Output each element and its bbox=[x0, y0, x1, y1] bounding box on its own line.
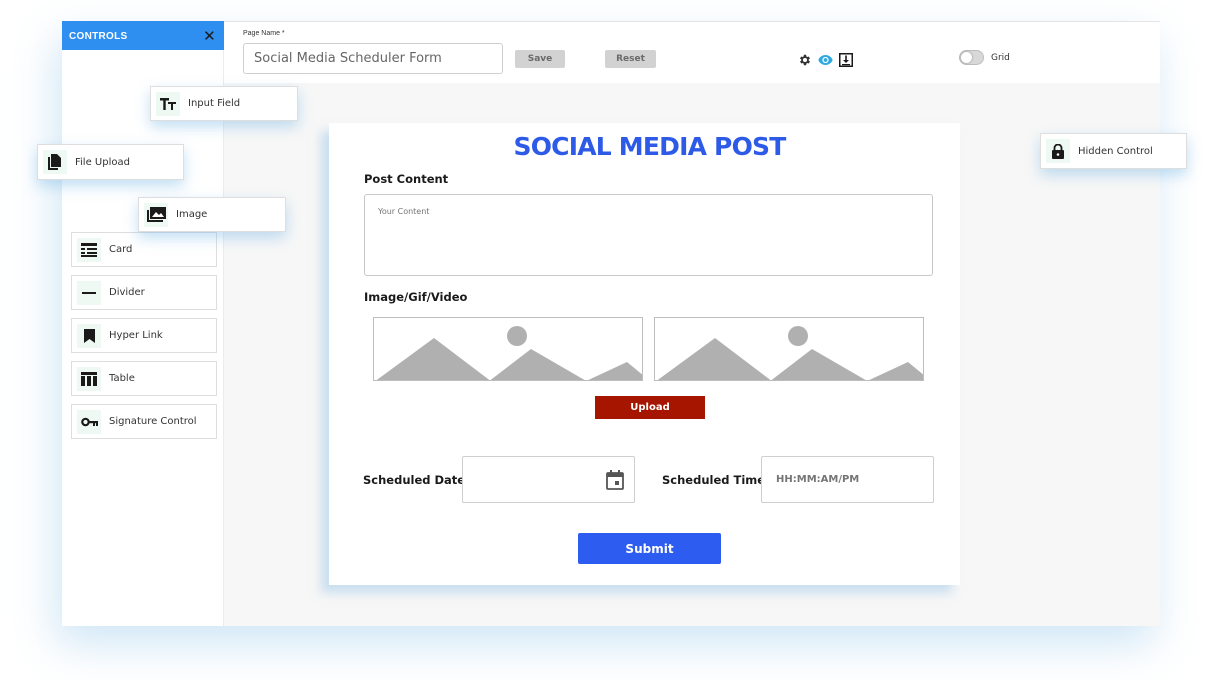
image-placeholder-icon bbox=[376, 326, 642, 380]
floating-control-file-upload[interactable]: File Upload bbox=[37, 144, 184, 180]
grid-toggle-knob bbox=[961, 52, 972, 63]
page-name-label: Page Name * bbox=[243, 30, 285, 37]
scheduled-time-input[interactable] bbox=[761, 456, 934, 503]
grid-label: Grid bbox=[991, 53, 1010, 63]
control-item-card[interactable]: Card bbox=[71, 232, 217, 267]
media-placeholder-1[interactable] bbox=[373, 317, 643, 381]
control-item-label: Hyper Link bbox=[109, 330, 163, 341]
floating-control-image[interactable]: Image bbox=[138, 197, 286, 232]
close-icon[interactable]: ✕ bbox=[203, 27, 216, 45]
floating-control-label: Image bbox=[176, 209, 208, 220]
download-icon[interactable] bbox=[839, 53, 853, 67]
control-item-label: Table bbox=[109, 373, 135, 384]
control-item-label: Signature Control bbox=[109, 416, 197, 427]
text-icon bbox=[156, 91, 180, 116]
post-content-input[interactable] bbox=[364, 194, 933, 276]
lock-icon bbox=[1046, 139, 1070, 163]
floating-control-input-field[interactable]: Input Field bbox=[150, 86, 298, 121]
divider-icon bbox=[77, 280, 101, 305]
scheduled-date-label: Scheduled Date bbox=[363, 473, 466, 487]
submit-button[interactable]: Submit bbox=[578, 533, 721, 564]
controls-title: CONTROLS bbox=[69, 31, 128, 42]
control-item-signature[interactable]: Signature Control bbox=[71, 404, 217, 439]
floating-control-label: Input Field bbox=[188, 98, 241, 109]
media-placeholder-2[interactable] bbox=[654, 317, 924, 381]
floating-control-label: Hidden Control bbox=[1078, 145, 1153, 157]
control-item-divider[interactable]: Divider bbox=[71, 275, 217, 310]
control-item-hyper-link[interactable]: Hyper Link bbox=[71, 318, 217, 353]
media-label: Image/Gif/Video bbox=[364, 290, 468, 304]
control-item-label: Card bbox=[109, 244, 133, 255]
toolbar-divider bbox=[224, 21, 1160, 22]
control-item-label: Divider bbox=[109, 287, 145, 298]
save-button[interactable]: Save bbox=[515, 50, 565, 68]
gear-icon[interactable] bbox=[798, 53, 812, 67]
eye-icon[interactable] bbox=[818, 53, 833, 67]
control-item-table[interactable]: Table bbox=[71, 361, 217, 396]
page: CONTROLS ✕ Card Divider Hyper Link Table… bbox=[0, 0, 1206, 680]
scheduled-date-input[interactable] bbox=[462, 456, 635, 503]
card-icon bbox=[77, 237, 101, 262]
reset-button[interactable]: Reset bbox=[605, 50, 656, 68]
floating-control-label: File Upload bbox=[75, 156, 130, 168]
floating-control-hidden-control[interactable]: Hidden Control bbox=[1040, 133, 1187, 169]
calendar-icon[interactable] bbox=[606, 470, 624, 495]
key-icon bbox=[77, 409, 101, 434]
image-placeholder-icon bbox=[657, 326, 923, 380]
table-icon bbox=[77, 366, 101, 391]
upload-button[interactable]: Upload bbox=[595, 396, 705, 419]
scheduled-time-label: Scheduled Time bbox=[662, 473, 766, 487]
controls-header: CONTROLS ✕ bbox=[62, 21, 224, 50]
image-icon bbox=[144, 202, 168, 227]
grid-toggle[interactable] bbox=[959, 50, 984, 65]
file-icon bbox=[43, 150, 67, 174]
page-name-input[interactable] bbox=[243, 43, 503, 74]
bookmark-icon bbox=[77, 323, 101, 348]
post-content-label: Post Content bbox=[364, 172, 449, 186]
